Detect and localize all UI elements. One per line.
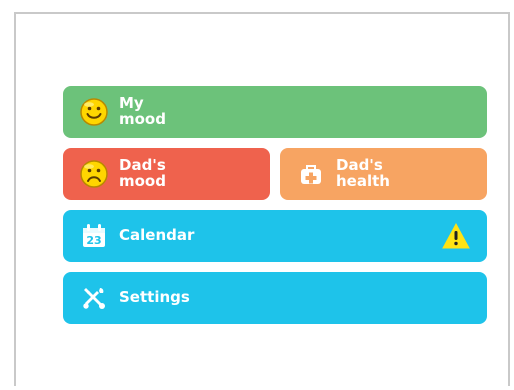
settings-label: Settings <box>119 288 190 307</box>
my-mood-button[interactable]: My mood <box>63 86 487 138</box>
smiling-face-icon <box>80 98 108 126</box>
sad-face-icon <box>80 160 108 188</box>
calendar-label: Calendar <box>119 226 195 245</box>
calendar-button[interactable]: 23 Calendar <box>63 210 487 262</box>
calendar-day-text: 23 <box>86 234 101 247</box>
warning-icon <box>442 222 470 249</box>
calendar-icon: 23 <box>83 224 105 247</box>
my-mood-label: My mood <box>119 94 166 128</box>
dads-mood-button[interactable]: Dad's mood <box>63 148 270 200</box>
dads-health-label: Dad's health <box>336 156 390 190</box>
medical-bag-icon <box>301 165 321 184</box>
settings-button[interactable]: Settings <box>63 272 487 324</box>
dads-mood-label: Dad's mood <box>119 156 166 190</box>
tools-icon <box>83 288 105 309</box>
dads-health-button[interactable]: Dad's health <box>280 148 487 200</box>
